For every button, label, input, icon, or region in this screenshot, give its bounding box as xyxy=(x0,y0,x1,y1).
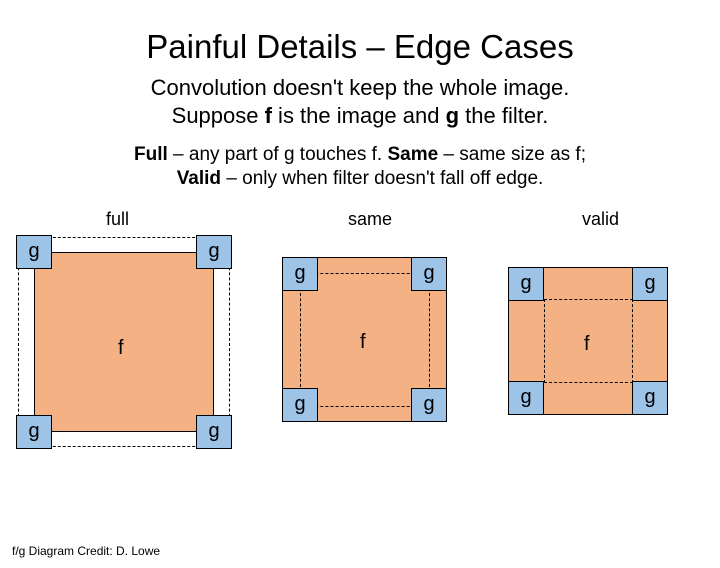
def-same-text: – same size as f; xyxy=(438,144,586,165)
def-valid-label: Valid xyxy=(177,168,221,189)
valid-g-bottom-right: g xyxy=(632,381,668,415)
subtitle-f: f xyxy=(265,103,272,128)
def-valid-text: – only when filter doesn't fall off edge… xyxy=(221,168,543,189)
same-f-label: f xyxy=(360,331,366,354)
diagrams-area: full g g g g f same g g g g f valid g g … xyxy=(0,209,720,469)
subtitle-line1: Convolution doesn't keep the whole image… xyxy=(151,75,570,100)
def-same-label: Same xyxy=(387,144,438,165)
same-g-top-left: g xyxy=(282,257,318,291)
subtitle: Convolution doesn't keep the whole image… xyxy=(0,74,720,129)
def-full-label: Full xyxy=(134,144,168,165)
label-full: full xyxy=(106,209,129,230)
def-full-text: – any part of g touches f. xyxy=(168,144,388,165)
valid-g-bottom-left: g xyxy=(508,381,544,415)
subtitle-line2e: the filter. xyxy=(459,103,548,128)
full-g-bottom-right: g xyxy=(196,415,232,449)
subtitle-g: g xyxy=(446,103,459,128)
valid-f-label: f xyxy=(584,333,590,356)
full-g-bottom-left: g xyxy=(16,415,52,449)
full-g-top-left: g xyxy=(16,235,52,269)
same-g-bottom-right: g xyxy=(411,388,447,422)
full-f-label: f xyxy=(118,337,124,360)
same-g-bottom-left: g xyxy=(282,388,318,422)
definitions: Full – any part of g touches f. Same – s… xyxy=(0,143,720,191)
label-valid: valid xyxy=(582,209,619,230)
valid-g-top-right: g xyxy=(632,267,668,301)
valid-g-top-left: g xyxy=(508,267,544,301)
diagram-credit: f/g Diagram Credit: D. Lowe xyxy=(12,544,160,558)
slide-title: Painful Details – Edge Cases xyxy=(0,28,720,66)
label-same: same xyxy=(348,209,392,230)
same-g-top-right: g xyxy=(411,257,447,291)
full-g-top-right: g xyxy=(196,235,232,269)
subtitle-line2a: Suppose xyxy=(172,103,265,128)
subtitle-line2c: is the image and xyxy=(272,103,446,128)
